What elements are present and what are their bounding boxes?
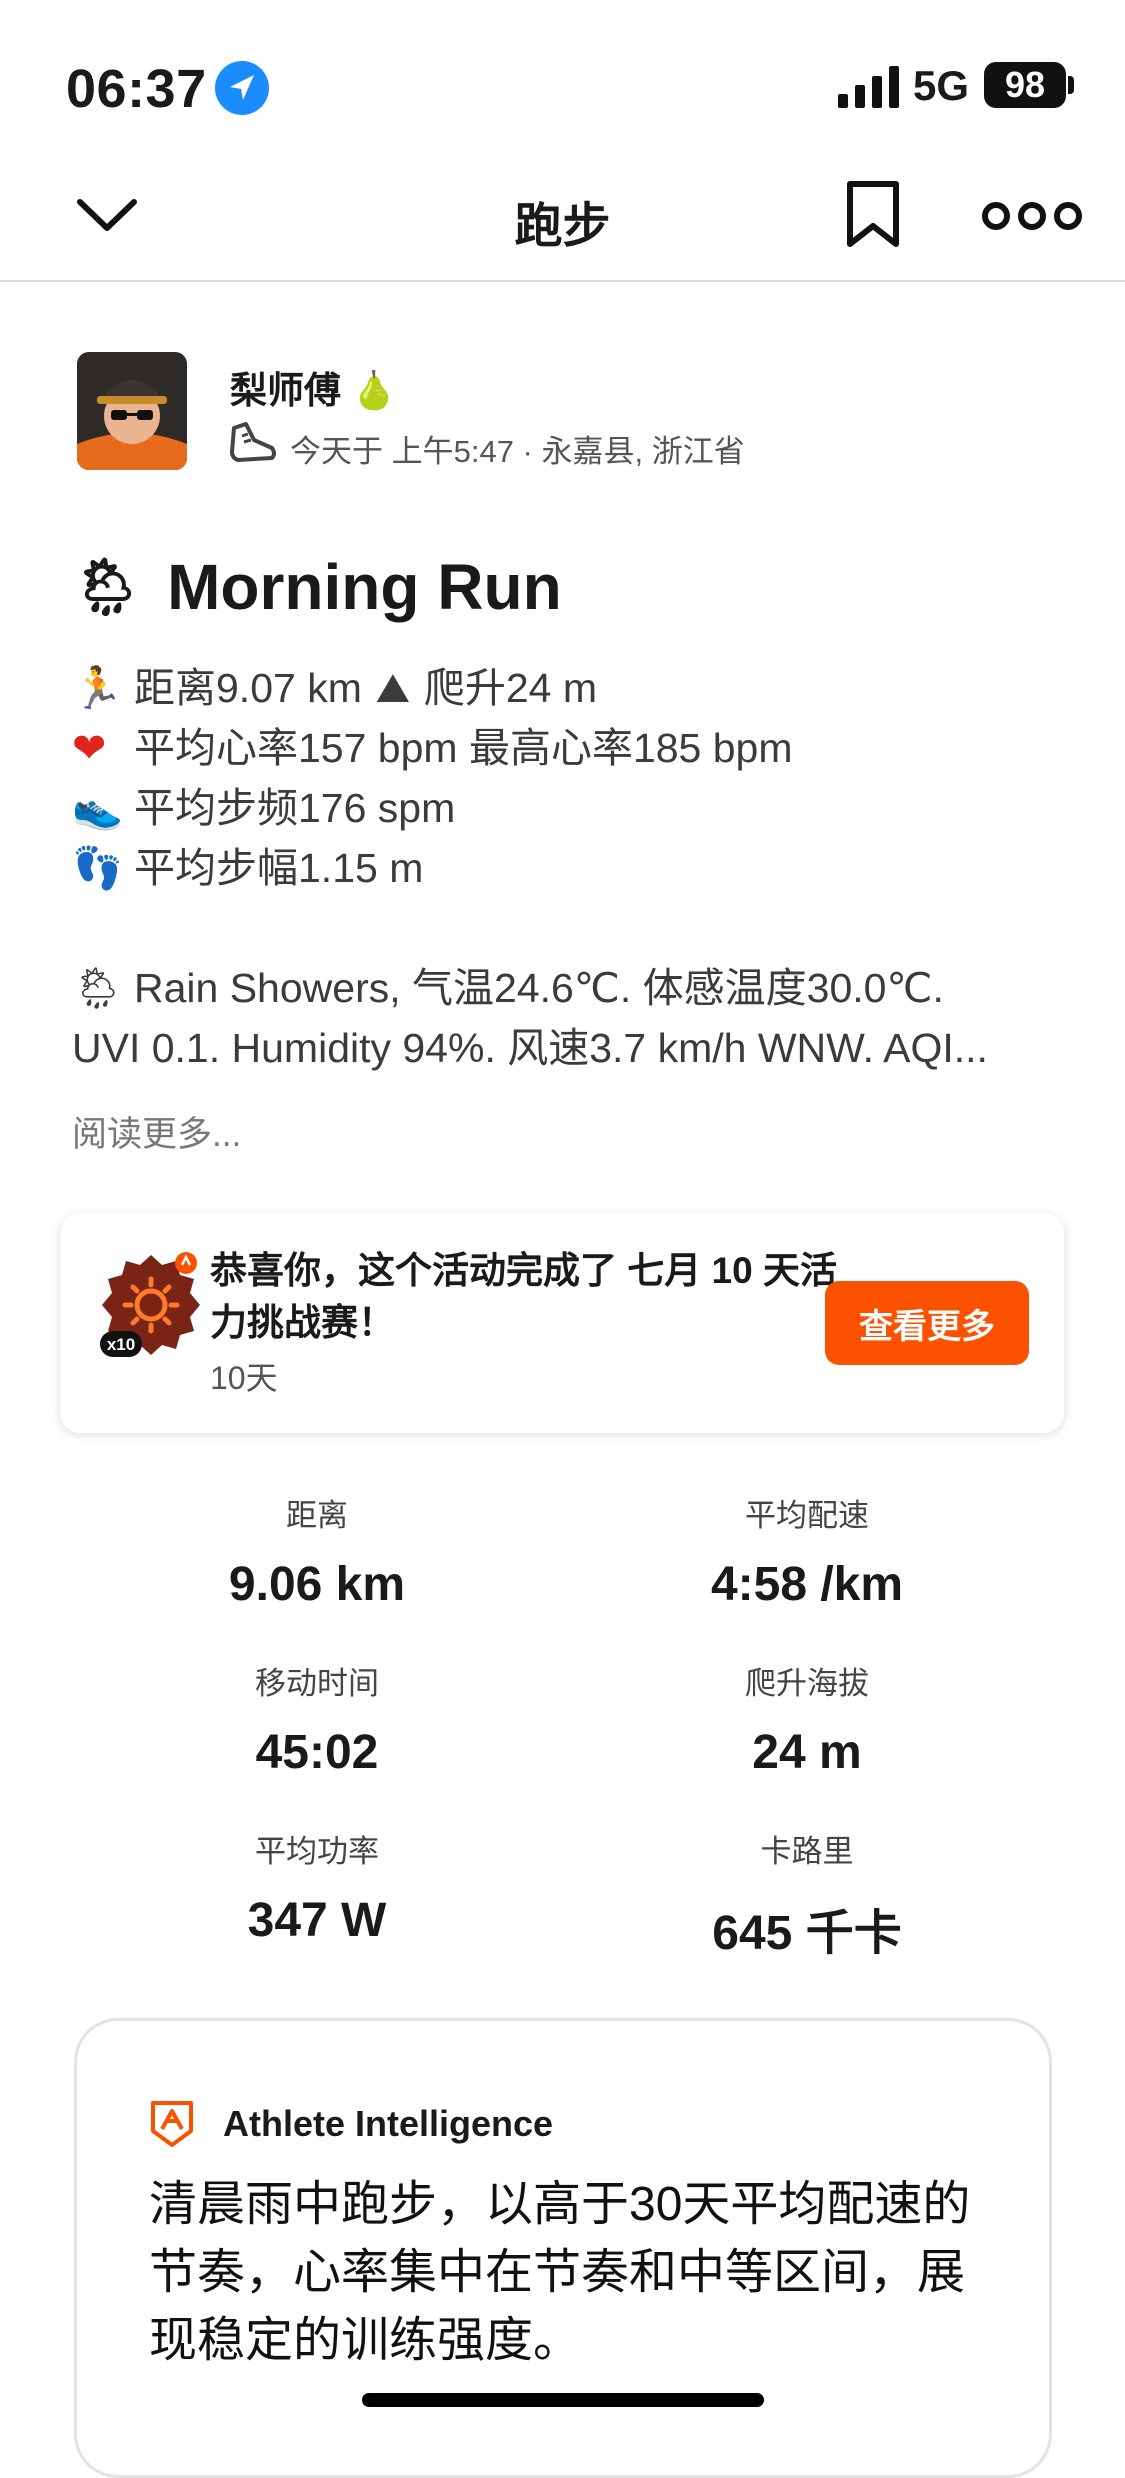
stat-label: 平均配速 [745, 1498, 869, 1533]
signal-icon [838, 66, 899, 108]
heart-emoji: ❤ [72, 724, 107, 772]
stat-value: 9.06 km [228, 1558, 406, 1611]
weather-line: 🌦 Rain Showers, 气温24.6℃. 体感温度30.0℃. [72, 958, 944, 1018]
stat-label: 移动时间 [255, 1666, 379, 1701]
stat-value: 4:58 /km [710, 1558, 904, 1611]
avatar[interactable] [77, 352, 187, 470]
view-more-button[interactable]: 查看更多 [825, 1281, 1029, 1365]
athlete-name[interactable]: 梨师傅 🍐 [230, 360, 397, 414]
stat-calories: 卡路里 645 千卡 [597, 1826, 1017, 1963]
bookmark-icon[interactable] [844, 180, 902, 250]
stat-value: 45:02 [255, 1726, 379, 1779]
stride-text: 平均步幅1.15 m [134, 845, 424, 891]
weather-emoji: 🌦 [72, 964, 125, 1012]
description-line: 👣 平均步幅1.15 m [72, 838, 423, 898]
stat-value: 24 m [752, 1726, 862, 1779]
description-line: 🏃 距离9.07 km ⛰ 爬升24 m [72, 658, 597, 718]
weather-text: Rain Showers, 气温24.6℃. 体感温度30.0℃. [134, 965, 944, 1011]
shoe-icon [230, 422, 276, 462]
cadence-text: 平均步频176 spm [134, 785, 456, 831]
stat-distance: 距离 9.06 km [107, 1490, 527, 1612]
weather-line: UVI 0.1. Humidity 94%. 风速3.7 km/h WNW. A… [72, 1025, 988, 1071]
more-icon[interactable] [978, 196, 1098, 236]
nav-divider [0, 280, 1125, 282]
sneaker-emoji: 👟 [72, 784, 124, 832]
runner-emoji: 🏃 [72, 664, 124, 712]
home-indicator[interactable] [362, 2393, 764, 2407]
athlete-intelligence-label: Athlete Intelligence [223, 2103, 554, 2144]
athlete-intelligence-card[interactable]: Athlete Intelligence 清晨雨中跑步，以高于30天平均配速的节… [74, 2018, 1052, 2478]
stat-moving-time: 移动时间 45:02 [107, 1658, 527, 1780]
challenge-title: 恭喜你，这个活动完成了 七月 10 天活力挑战赛！ [210, 1250, 837, 1343]
stat-avg-power: 平均功率 347 W [107, 1826, 527, 1948]
stat-value: 645 千卡 [712, 1907, 902, 1960]
stat-label: 距离 [286, 1498, 348, 1533]
description-line: 👟 平均步频176 spm [72, 778, 455, 838]
stat-label: 卡路里 [760, 1834, 854, 1869]
pear-emoji: 🍐 [351, 369, 398, 412]
stat-value: 347 W [247, 1894, 387, 1947]
stat-avg-pace: 平均配速 4:58 /km [597, 1490, 1017, 1612]
distance-text: 距离9.07 km [134, 665, 362, 711]
description-line: ❤ 平均心率157 bpm 最高心率185 bpm [72, 718, 793, 778]
athlete-intelligence-text: 清晨雨中跑步，以高于30天平均配速的节奏，心率集中在节奏和中等区间，展现稳定的训… [149, 2178, 971, 2367]
stat-label: 爬升海拔 [745, 1666, 869, 1701]
athlete-name-text: 梨师傅 [230, 370, 341, 411]
battery-tip [1068, 76, 1074, 94]
activity-title-text: Morning Run [167, 551, 562, 623]
avatar-image [77, 352, 187, 470]
challenge-card[interactable]: x10 恭喜你，这个活动完成了 七月 10 天活力挑战赛！ 10天 查看更多 [60, 1213, 1064, 1433]
status-time: 06:37 [66, 59, 207, 119]
network-type: 5G [913, 62, 970, 109]
badge-count: x10 [106, 1335, 136, 1354]
challenge-subtitle: 10天 [210, 1360, 278, 1396]
footprints-emoji: 👣 [72, 844, 124, 892]
location-arrow-icon [215, 61, 269, 115]
stat-label: 平均功率 [255, 1834, 379, 1869]
page-title: 跑步 [514, 200, 611, 253]
mountain-emoji: ⛰ [375, 664, 411, 712]
activity-meta: 今天于 上午5:47 · 永嘉县, 浙江省 [290, 434, 745, 469]
weather-emoji: 🌦 [72, 555, 144, 620]
elevation-text: 爬升24 m [423, 665, 597, 711]
stat-elevation: 爬升海拔 24 m [597, 1658, 1017, 1780]
athlete-intelligence-icon [151, 2101, 193, 2147]
activity-title: 🌦 Morning Run [72, 550, 562, 624]
battery-indicator: 98 [984, 62, 1066, 108]
read-more-link[interactable]: 阅读更多... [72, 1106, 241, 1157]
heart-rate-text: 平均心率157 bpm 最高心率185 bpm [134, 725, 793, 771]
